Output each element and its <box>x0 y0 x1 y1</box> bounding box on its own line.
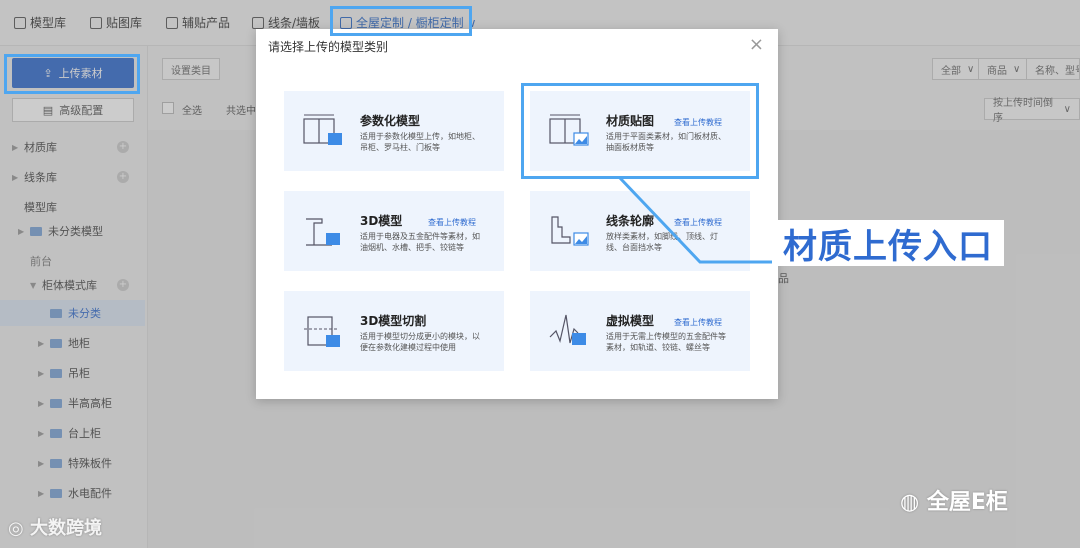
cabinet-icon <box>303 114 342 145</box>
card-name: 虚拟模型 <box>606 314 655 328</box>
card-parametric-model[interactable]: 参数化模型 适用于参数化模型上传，如地柜、吊柜、罗马柱、门板等 <box>284 91 504 171</box>
tutorial-link[interactable]: 查看上传教程 <box>428 217 476 228</box>
card-name: 材质贴图 <box>606 114 655 128</box>
callout-label: 材质上传入口 <box>772 220 1004 267</box>
watermark-left-text: 大数跨境 <box>29 518 102 539</box>
wave-icon <box>549 314 586 345</box>
cut-icon <box>304 316 340 347</box>
card-material-texture[interactable]: 材质贴图 查看上传教程 适用于平面类素材，如门板材质、抽面板材质等 <box>530 91 750 171</box>
card-name: 参数化模型 <box>360 114 421 128</box>
card-description: 适用于参数化模型上传，如地柜、吊柜、罗马柱、门板等 <box>360 132 480 152</box>
tutorial-link[interactable]: 查看上传教程 <box>674 317 722 328</box>
dialog-title: 请选择上传的模型类别 <box>268 40 389 54</box>
wechat-icon: ◍ <box>900 490 927 515</box>
texture-icon <box>549 114 589 146</box>
card-description: 适用于模型切分成更小的模块，以便在参数化建模过程中使用 <box>360 332 480 352</box>
watermark-right-text: 全屋E柜 <box>926 490 1008 515</box>
card-3d-model[interactable]: 3D模型 查看上传教程 适用于电器及五金配件等素材，如油烟机、水槽、把手、铰链等 <box>284 191 504 271</box>
callout-connector <box>618 176 776 264</box>
card-name: 3D模型 <box>360 214 403 228</box>
card-description: 适用于无需上传模型的五金配件等素材，如轨道、铰链、螺丝等 <box>606 332 726 352</box>
watermark-right: ◍ 全屋E柜 <box>900 484 1008 516</box>
card-description: 适用于电器及五金配件等素材，如油烟机、水槽、把手、铰链等 <box>360 232 480 252</box>
card-3d-model-cut[interactable]: 3D模型切割 适用于模型切分成更小的模块，以便在参数化建模过程中使用 <box>284 291 504 371</box>
card-description: 适用于平面类素材，如门板材质、抽面板材质等 <box>606 132 726 152</box>
watermark-left: ◎ 大数跨境 <box>8 514 102 540</box>
faucet-icon <box>306 218 340 246</box>
tutorial-link[interactable]: 查看上传教程 <box>674 117 722 128</box>
watermark-logo-icon: ◎ <box>8 518 30 539</box>
close-icon[interactable]: × <box>749 34 764 55</box>
card-virtual-model[interactable]: 虚拟模型 查看上传教程 适用于无需上传模型的五金配件等素材，如轨道、铰链、螺丝等 <box>530 291 750 371</box>
card-name: 3D模型切割 <box>360 314 427 328</box>
profile-icon <box>551 216 589 246</box>
